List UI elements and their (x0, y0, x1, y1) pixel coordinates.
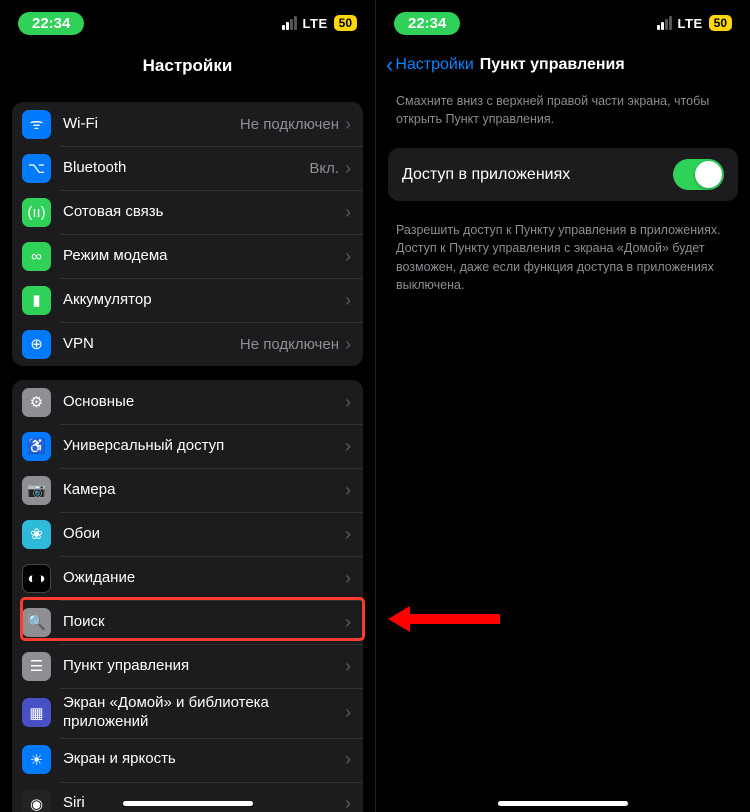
home-screen-icon: ▦ (22, 698, 51, 727)
chevron-right-icon: › (345, 702, 351, 723)
settings-row-accessibility[interactable]: ♿ Универсальный доступ › (12, 424, 363, 468)
access-in-apps-row[interactable]: Доступ в приложениях (388, 148, 738, 201)
settings-row-control-center[interactable]: ☰ Пункт управления › (12, 644, 363, 688)
row-value: Вкл. (309, 160, 339, 177)
status-bar: 22:34 LTE 50 (376, 0, 750, 40)
row-label: Ожидание (63, 569, 345, 588)
vpn-icon: ⊕ (22, 330, 51, 359)
toggle-description: Разрешить доступ к Пункту управления в п… (376, 215, 750, 300)
row-label: Универсальный доступ (63, 437, 345, 456)
row-value: Не подключен (240, 336, 339, 353)
home-indicator[interactable] (123, 801, 253, 806)
chevron-right-icon: › (345, 290, 351, 311)
status-right: LTE 50 (657, 15, 732, 31)
row-label: Экран «Домой» и библиотека приложений (63, 694, 345, 732)
row-label: Пункт управления (63, 657, 345, 676)
chevron-right-icon: › (345, 392, 351, 413)
battery-badge: 50 (334, 15, 357, 31)
chevron-right-icon: › (345, 793, 351, 812)
siri-icon: ◉ (22, 789, 51, 812)
general-icon: ⚙ (22, 388, 51, 417)
row-value: Не подключен (240, 116, 339, 133)
toggle-group: Доступ в приложениях (388, 148, 738, 201)
chevron-right-icon: › (345, 158, 351, 179)
chevron-right-icon: › (345, 114, 351, 135)
row-label: Камера (63, 481, 345, 500)
chevron-right-icon: › (345, 612, 351, 633)
bluetooth-icon: ⌥ (22, 154, 51, 183)
settings-row-general[interactable]: ⚙ Основные › (12, 380, 363, 424)
settings-row-siri[interactable]: ◉ Siri › (12, 782, 363, 812)
right-phone: 22:34 LTE 50 ‹ Настройки Пункт управлени… (375, 0, 750, 812)
row-label: Bluetooth (63, 159, 309, 178)
row-label: Режим модема (63, 247, 345, 266)
wifi-icon: ᯤ (22, 110, 51, 139)
search-icon: 🔍 (22, 608, 51, 637)
chevron-right-icon: › (345, 749, 351, 770)
settings-row-battery[interactable]: ▮ Аккумулятор › (12, 278, 363, 322)
row-label: VPN (63, 335, 240, 354)
standby-icon: ◐◑ (22, 564, 51, 593)
hotspot-icon: ∞ (22, 242, 51, 271)
hint-text: Смахните вниз с верхней правой части экр… (376, 86, 750, 134)
settings-row-hotspot[interactable]: ∞ Режим модема › (12, 234, 363, 278)
status-bar: 22:34 LTE 50 (0, 0, 375, 40)
display-icon: ☀ (22, 745, 51, 774)
row-label: Сотовая связь (63, 203, 345, 222)
chevron-right-icon: › (345, 524, 351, 545)
back-label: Настройки (395, 56, 473, 74)
signal-icon (282, 16, 297, 30)
back-button[interactable]: ‹ Настройки (386, 54, 474, 76)
detail-title: Пункт управления (480, 56, 625, 74)
settings-row-bluetooth[interactable]: ⌥ Bluetooth Вкл. › (12, 146, 363, 190)
chevron-right-icon: › (345, 334, 351, 355)
home-indicator[interactable] (498, 801, 628, 806)
chevron-right-icon: › (345, 656, 351, 677)
settings-scroll[interactable]: ᯤ Wi-Fi Не подключен › ⌥ Bluetooth Вкл. … (0, 102, 375, 812)
control-center-icon: ☰ (22, 652, 51, 681)
settings-row-wifi[interactable]: ᯤ Wi-Fi Не подключен › (12, 102, 363, 146)
chevron-right-icon: › (345, 568, 351, 589)
status-right: LTE 50 (282, 15, 357, 31)
chevron-right-icon: › (345, 202, 351, 223)
page-title: Настройки (0, 40, 375, 88)
group-connectivity: ᯤ Wi-Fi Не подключен › ⌥ Bluetooth Вкл. … (12, 102, 363, 366)
accessibility-icon: ♿ (22, 432, 51, 461)
settings-row-cellular[interactable]: (ıı) Сотовая связь › (12, 190, 363, 234)
settings-row-camera[interactable]: 📷 Камера › (12, 468, 363, 512)
settings-row-home-screen[interactable]: ▦ Экран «Домой» и библиотека приложений … (12, 688, 363, 738)
settings-row-vpn[interactable]: ⊕ VPN Не подключен › (12, 322, 363, 366)
row-label: Обои (63, 525, 345, 544)
settings-row-search[interactable]: 🔍 Поиск › (12, 600, 363, 644)
settings-row-display[interactable]: ☀ Экран и яркость › (12, 738, 363, 782)
wallpaper-icon: ❀ (22, 520, 51, 549)
network-label: LTE (678, 16, 703, 31)
row-label: Аккумулятор (63, 291, 345, 310)
chevron-right-icon: › (345, 480, 351, 501)
network-label: LTE (303, 16, 328, 31)
battery-badge: 50 (709, 15, 732, 31)
row-label: Поиск (63, 613, 345, 632)
group-system: ⚙ Основные › ♿ Универсальный доступ › 📷 … (12, 380, 363, 812)
battery-icon: ▮ (22, 286, 51, 315)
nav-header: ‹ Настройки Пункт управления (376, 40, 750, 86)
row-label: Экран и яркость (63, 750, 345, 769)
signal-icon (657, 16, 672, 30)
time-pill: 22:34 (394, 12, 460, 35)
chevron-right-icon: › (345, 436, 351, 457)
chevron-left-icon: ‹ (386, 54, 393, 76)
toggle-label: Доступ в приложениях (402, 166, 570, 184)
access-in-apps-switch[interactable] (673, 159, 724, 190)
row-label: Основные (63, 393, 345, 412)
row-label: Wi-Fi (63, 115, 240, 134)
time-pill: 22:34 (18, 12, 84, 35)
cellular-icon: (ıı) (22, 198, 51, 227)
left-phone: 22:34 LTE 50 Настройки ᯤ Wi-Fi Не подклю… (0, 0, 375, 812)
settings-row-wallpaper[interactable]: ❀ Обои › (12, 512, 363, 556)
camera-icon: 📷 (22, 476, 51, 505)
chevron-right-icon: › (345, 246, 351, 267)
settings-row-standby[interactable]: ◐◑ Ожидание › (12, 556, 363, 600)
